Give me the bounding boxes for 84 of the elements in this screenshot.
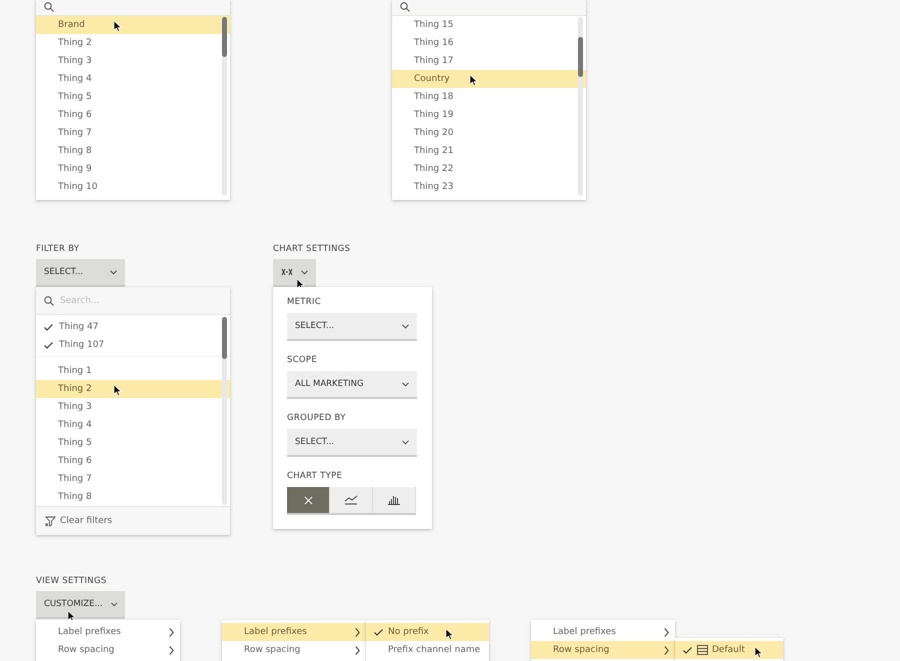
submenu-item[interactable]: Default	[675, 641, 783, 659]
list-item[interactable]: Thing 23	[392, 178, 586, 196]
chart-type-option[interactable]	[373, 487, 416, 515]
menu-item[interactable]: Row spacing	[36, 641, 180, 659]
list-item[interactable]: Thing 16	[392, 34, 586, 52]
scrollbar[interactable]	[222, 17, 227, 196]
scatter-icon	[281, 268, 293, 276]
cursor-icon	[755, 647, 763, 658]
field-label: CHART TYPE	[287, 471, 344, 481]
section-label: VIEW SETTINGS	[36, 576, 107, 586]
item-label: Thing 107	[59, 340, 104, 350]
list-item[interactable]: Thing 5	[36, 434, 230, 452]
submenu-item[interactable]: Prefix channel name	[366, 641, 489, 659]
bar-chart-icon	[388, 495, 400, 505]
list-item[interactable]: Thing 19	[392, 106, 586, 124]
list-item[interactable]: Thing 15	[392, 16, 586, 34]
filter-dropdown[interactable]: SELECT...	[36, 259, 125, 287]
chevron-down-icon	[402, 324, 409, 328]
select-field[interactable]: SELECT...	[287, 313, 417, 341]
menu-item[interactable]: Row spacing	[531, 641, 675, 659]
field-label: METRIC	[287, 297, 322, 307]
item-label: No prefix	[388, 627, 429, 637]
cursor-icon	[114, 21, 122, 32]
menu-item[interactable]: Label prefixes	[222, 623, 366, 641]
list-item[interactable]: Thing 8	[36, 142, 230, 160]
section-label: FILTER BY	[36, 244, 80, 254]
close-icon	[304, 496, 312, 504]
list-item[interactable]: Thing 9	[36, 160, 230, 178]
search-field[interactable]: Search...	[36, 287, 230, 315]
select-field[interactable]: SELECT...	[287, 429, 417, 457]
cursor-icon	[114, 385, 122, 396]
list-item[interactable]: Thing 5	[36, 88, 230, 106]
list-item[interactable]: Thing 22	[392, 160, 586, 178]
filter-clear-icon	[45, 516, 56, 526]
list-item[interactable]: Thing 17	[392, 52, 586, 70]
checked-item[interactable]: Thing 47	[36, 318, 230, 336]
chart-type-option[interactable]	[287, 487, 330, 515]
field-label: SCOPE	[287, 355, 318, 365]
list-item[interactable]: Thing 6	[36, 106, 230, 124]
item-label: Prefix channel name	[388, 645, 480, 655]
chevron-down-icon	[402, 440, 409, 444]
list-item[interactable]: Thing 3	[36, 398, 230, 416]
chevron-down-icon	[110, 602, 117, 606]
menu-item[interactable]: Row spacing	[222, 641, 366, 659]
cursor-icon	[470, 75, 478, 86]
select-field[interactable]: ALL MARKETING	[287, 371, 417, 399]
line-chart-icon	[344, 495, 358, 505]
item-label: Default	[712, 645, 745, 655]
customize-dropdown[interactable]: CUSTOMIZE...	[36, 591, 125, 619]
chart-type-dropdown[interactable]	[273, 259, 316, 287]
cursor-icon	[446, 629, 454, 640]
list-item[interactable]: Thing 20	[392, 124, 586, 142]
scrollbar[interactable]	[578, 17, 583, 196]
list-item[interactable]: Thing 18	[392, 88, 586, 106]
checked-item[interactable]: Thing 107	[36, 336, 230, 354]
search-icon	[44, 2, 54, 12]
list-item[interactable]: Brand	[36, 16, 230, 34]
clear-filters-button[interactable]: Clear filters	[45, 516, 112, 526]
list-item[interactable]: Thing 7	[36, 470, 230, 488]
list-item[interactable]: Thing 8	[36, 488, 230, 506]
section-label: CHART SETTINGS	[273, 244, 350, 254]
list-item[interactable]: Thing 4	[36, 70, 230, 88]
list-item[interactable]: Thing 2	[36, 380, 230, 398]
search-icon	[400, 2, 410, 12]
menu-item[interactable]: Label prefixes	[36, 623, 180, 641]
submenu-item[interactable]: No prefix	[366, 623, 489, 641]
list-item[interactable]: Thing 10	[36, 178, 230, 196]
rows-icon	[697, 645, 708, 655]
field-label: GROUPED BY	[287, 413, 347, 423]
chevron-down-icon	[402, 382, 409, 386]
chart-type-option[interactable]	[330, 487, 373, 515]
chevron-down-icon	[110, 270, 117, 274]
scrollbar[interactable]	[222, 317, 227, 505]
list-item[interactable]: Thing 4	[36, 416, 230, 434]
list-item[interactable]: Country	[392, 70, 586, 88]
list-item[interactable]: Thing 6	[36, 452, 230, 470]
menu-item[interactable]: Label prefixes	[531, 623, 675, 641]
list-item[interactable]: Thing 2	[36, 34, 230, 52]
list-item[interactable]: Thing 21	[392, 142, 586, 160]
list-item[interactable]: Thing 1	[36, 362, 230, 380]
list-item[interactable]: Thing 3	[36, 52, 230, 70]
list-item[interactable]: Thing 7	[36, 124, 230, 142]
item-label: Thing 47	[59, 322, 98, 332]
chevron-down-icon	[301, 270, 308, 274]
